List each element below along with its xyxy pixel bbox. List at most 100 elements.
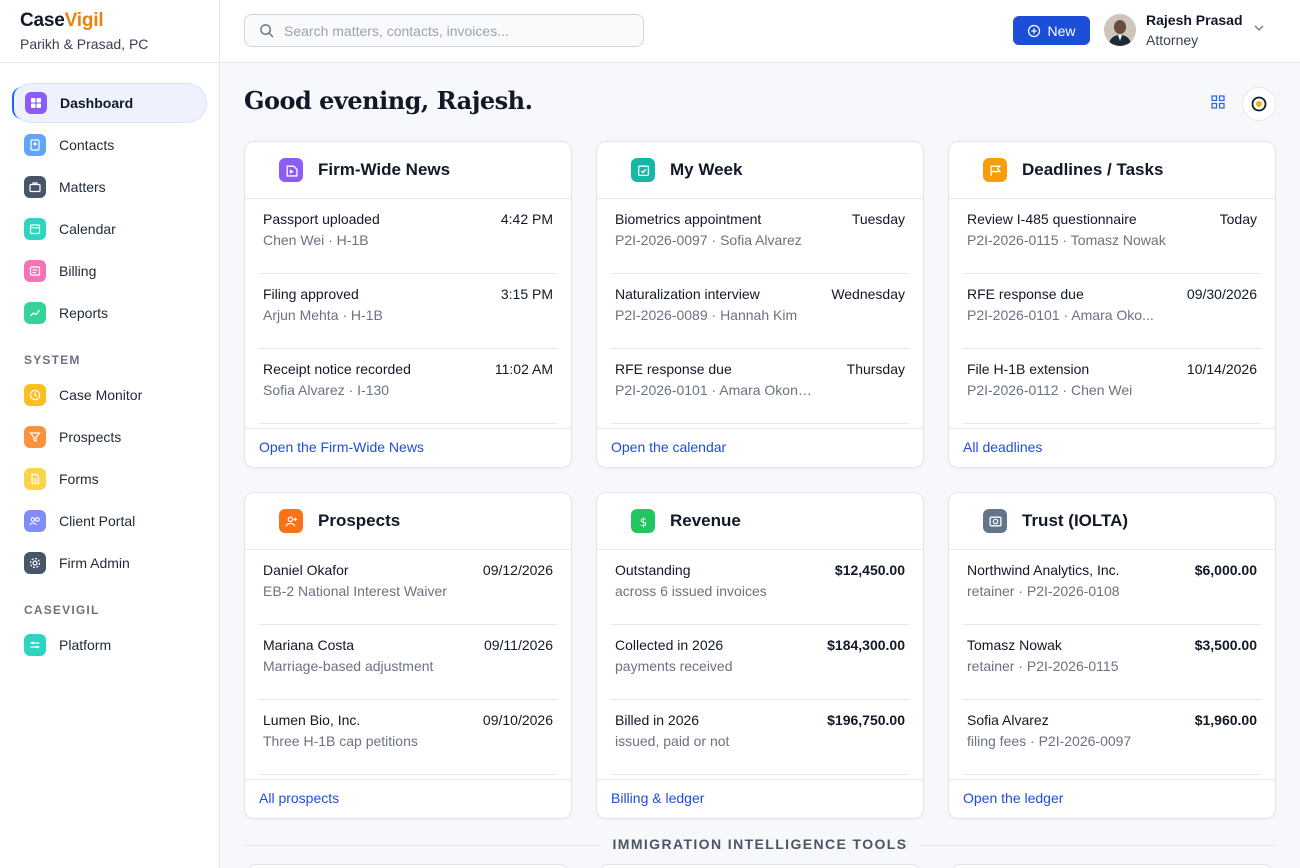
item-subtitle: P2I-2026-0097 · Sofia Alvarez xyxy=(615,232,802,248)
item-meta: 09/30/2026 xyxy=(1186,286,1257,302)
target-icon xyxy=(1251,96,1267,112)
list-item[interactable]: Tomasz Nowak retainer · P2I-2026-0115 $3,5… xyxy=(963,625,1261,700)
users-icon-badge xyxy=(24,510,46,532)
user-name: Rajesh Prasad xyxy=(1146,12,1243,28)
grid-view-icon[interactable] xyxy=(1211,95,1225,109)
sidebar-item-dashboard[interactable]: Dashboard xyxy=(12,83,207,123)
user-plus-icon-badge xyxy=(279,509,303,533)
vault-icon-badge xyxy=(983,509,1007,533)
list-item[interactable]: Mariana Costa Marriage-based adjustment 09… xyxy=(259,625,557,700)
sidebar-item-prospects[interactable]: Prospects xyxy=(12,417,207,457)
card-footer-link[interactable]: All deadlines xyxy=(963,439,1042,455)
list-item[interactable]: Receipt notice recorded Sofia Alvarez · I… xyxy=(259,349,557,424)
sidebar-item-contacts[interactable]: Contacts xyxy=(12,125,207,165)
reports-icon-badge xyxy=(24,302,46,324)
plus-circle-icon xyxy=(1028,24,1041,37)
list-item[interactable]: Lumen Bio, Inc. Three H-1B cap petitions 0… xyxy=(259,700,557,775)
divider xyxy=(245,428,571,429)
card-header: Prospects xyxy=(245,493,571,550)
sidebar-item-matters[interactable]: Matters xyxy=(12,167,207,207)
item-subtitle: P2I-2026-0115 · Tomasz Nowak xyxy=(967,232,1166,248)
card-my-week: My Week Biometrics appointment P2I-2026-00… xyxy=(596,141,924,468)
item-subtitle: P2I-2026-0112 · Chen Wei xyxy=(967,382,1133,398)
new-button[interactable]: New xyxy=(1013,16,1090,45)
item-meta: $6,000.00 xyxy=(1194,562,1257,578)
item-meta: Today xyxy=(1219,211,1257,227)
news-icon-badge xyxy=(279,158,303,182)
page-title: Good evening, Rajesh. xyxy=(244,86,533,115)
card-title: Deadlines / Tasks xyxy=(1022,160,1164,179)
flag-icon xyxy=(990,165,1001,176)
card-footer-link[interactable]: Open the calendar xyxy=(611,439,726,455)
item-meta: 4:42 PM xyxy=(500,211,553,227)
sidebar-item-platform[interactable]: Platform xyxy=(12,625,207,665)
gear-icon-badge xyxy=(24,552,46,574)
card-list: Outstanding across 6 issued invoices $12,4… xyxy=(597,550,923,775)
list-item[interactable]: Passport uploaded Chen Wei · H-1B 4:42 PM xyxy=(259,199,557,274)
list-item[interactable]: Daniel Okafor EB-2 National Interest Waiv… xyxy=(259,550,557,625)
item-subtitle: Three H-1B cap petitions xyxy=(263,733,418,749)
tool-card[interactable] xyxy=(954,864,1270,868)
card-revenue: $ Revenue Outstanding across 6 issued invoi… xyxy=(596,492,924,819)
sidebar-item-calendar[interactable]: Calendar xyxy=(12,209,207,249)
avatar xyxy=(1104,14,1136,46)
item-meta: 09/11/2026 xyxy=(483,637,553,653)
sidebar-item-firm-admin[interactable]: Firm Admin xyxy=(12,543,207,583)
card-header: Deadlines / Tasks xyxy=(949,142,1275,199)
item-subtitle: retainer · P2I-2026-0115 xyxy=(967,658,1119,674)
card-footer-link[interactable]: Open the ledger xyxy=(963,790,1063,806)
topbar: New Rajesh Prasad Attorney xyxy=(220,0,1300,63)
sidebar-item-billing[interactable]: Billing xyxy=(12,251,207,291)
card-footer-link[interactable]: Billing & ledger xyxy=(611,790,704,806)
sidebar-item-label: Prospects xyxy=(59,429,122,445)
card-footer-link[interactable]: All prospects xyxy=(259,790,339,806)
search-box[interactable] xyxy=(244,14,644,47)
tool-card[interactable] xyxy=(602,864,918,868)
sidebar-item-forms[interactable]: Forms xyxy=(12,459,207,499)
card-list: Biometrics appointment P2I-2026-0097 · So… xyxy=(597,199,923,424)
item-meta: $1,960.00 xyxy=(1194,712,1257,728)
briefcase-icon-badge xyxy=(24,176,46,198)
flag-icon-badge xyxy=(983,158,1007,182)
list-item[interactable]: RFE response due P2I-2026-0101 · Amara Ok… xyxy=(963,274,1261,349)
card-footer-link[interactable]: Open the Firm-Wide News xyxy=(259,439,424,455)
calendar-check-icon-badge xyxy=(631,158,655,182)
chevron-down-icon[interactable] xyxy=(1254,23,1264,33)
sliders-icon-badge xyxy=(24,634,46,656)
list-item[interactable]: Sofia Alvarez filing fees · P2I-2026-0097… xyxy=(963,700,1261,775)
list-item[interactable]: Review I-485 questionnaire P2I-2026-0115 … xyxy=(963,199,1261,274)
list-item[interactable]: File H-1B extension P2I-2026-0112 · Chen … xyxy=(963,349,1261,424)
sidebar-item-client-portal[interactable]: Client Portal xyxy=(12,501,207,541)
search-input[interactable] xyxy=(284,22,624,39)
list-item[interactable]: RFE response due P2I-2026-0101 · Amara Ok… xyxy=(611,349,909,424)
list-item[interactable]: Biometrics appointment P2I-2026-0097 · So… xyxy=(611,199,909,274)
sidebar-item-case-monitor[interactable]: Case Monitor xyxy=(12,375,207,415)
sidebar-item-label: Case Monitor xyxy=(59,387,143,403)
sidebar-item-reports[interactable]: Reports xyxy=(12,293,207,333)
sidebar-item-label: Reports xyxy=(59,305,109,321)
funnel-icon xyxy=(29,432,41,442)
item-meta: 11:02 AM xyxy=(494,361,553,377)
user-menu[interactable]: Rajesh Prasad Attorney xyxy=(1104,12,1243,48)
calendar-check-icon xyxy=(637,165,649,176)
list-item[interactable]: Northwind Analytics, Inc. retainer · P2I-… xyxy=(963,550,1261,625)
card-list: Northwind Analytics, Inc. retainer · P2I-… xyxy=(949,550,1275,775)
item-meta: Tuesday xyxy=(851,211,905,227)
list-item[interactable]: Filing approved Arjun Mehta · H-1B 3:15 PM xyxy=(259,274,557,349)
brand[interactable]: CaseVigil Parikh & Prasad, PC xyxy=(0,0,219,63)
card-prospects: Prospects Daniel Okafor EB-2 National Inte… xyxy=(244,492,572,819)
tool-card[interactable] xyxy=(250,864,566,868)
list-item[interactable]: Naturalization interview P2I-2026-0089 · … xyxy=(611,274,909,349)
divider xyxy=(597,428,923,429)
focus-mode-button[interactable] xyxy=(1242,87,1276,121)
list-item[interactable]: Outstanding across 6 issued invoices $12,4… xyxy=(611,550,909,625)
clock-icon-badge xyxy=(24,384,46,406)
item-subtitle: Arjun Mehta · H-1B xyxy=(263,307,383,323)
divider xyxy=(597,779,923,780)
list-item[interactable]: Collected in 2026 payments received $184,3… xyxy=(611,625,909,700)
item-subtitle: P2I-2026-0101 · Amara Oko... xyxy=(967,307,1154,323)
list-item[interactable]: Billed in 2026 issued, paid or not $196,75… xyxy=(611,700,909,775)
item-meta: $3,500.00 xyxy=(1194,637,1257,653)
news-icon xyxy=(286,165,298,177)
item-meta: Thursday xyxy=(846,361,905,377)
